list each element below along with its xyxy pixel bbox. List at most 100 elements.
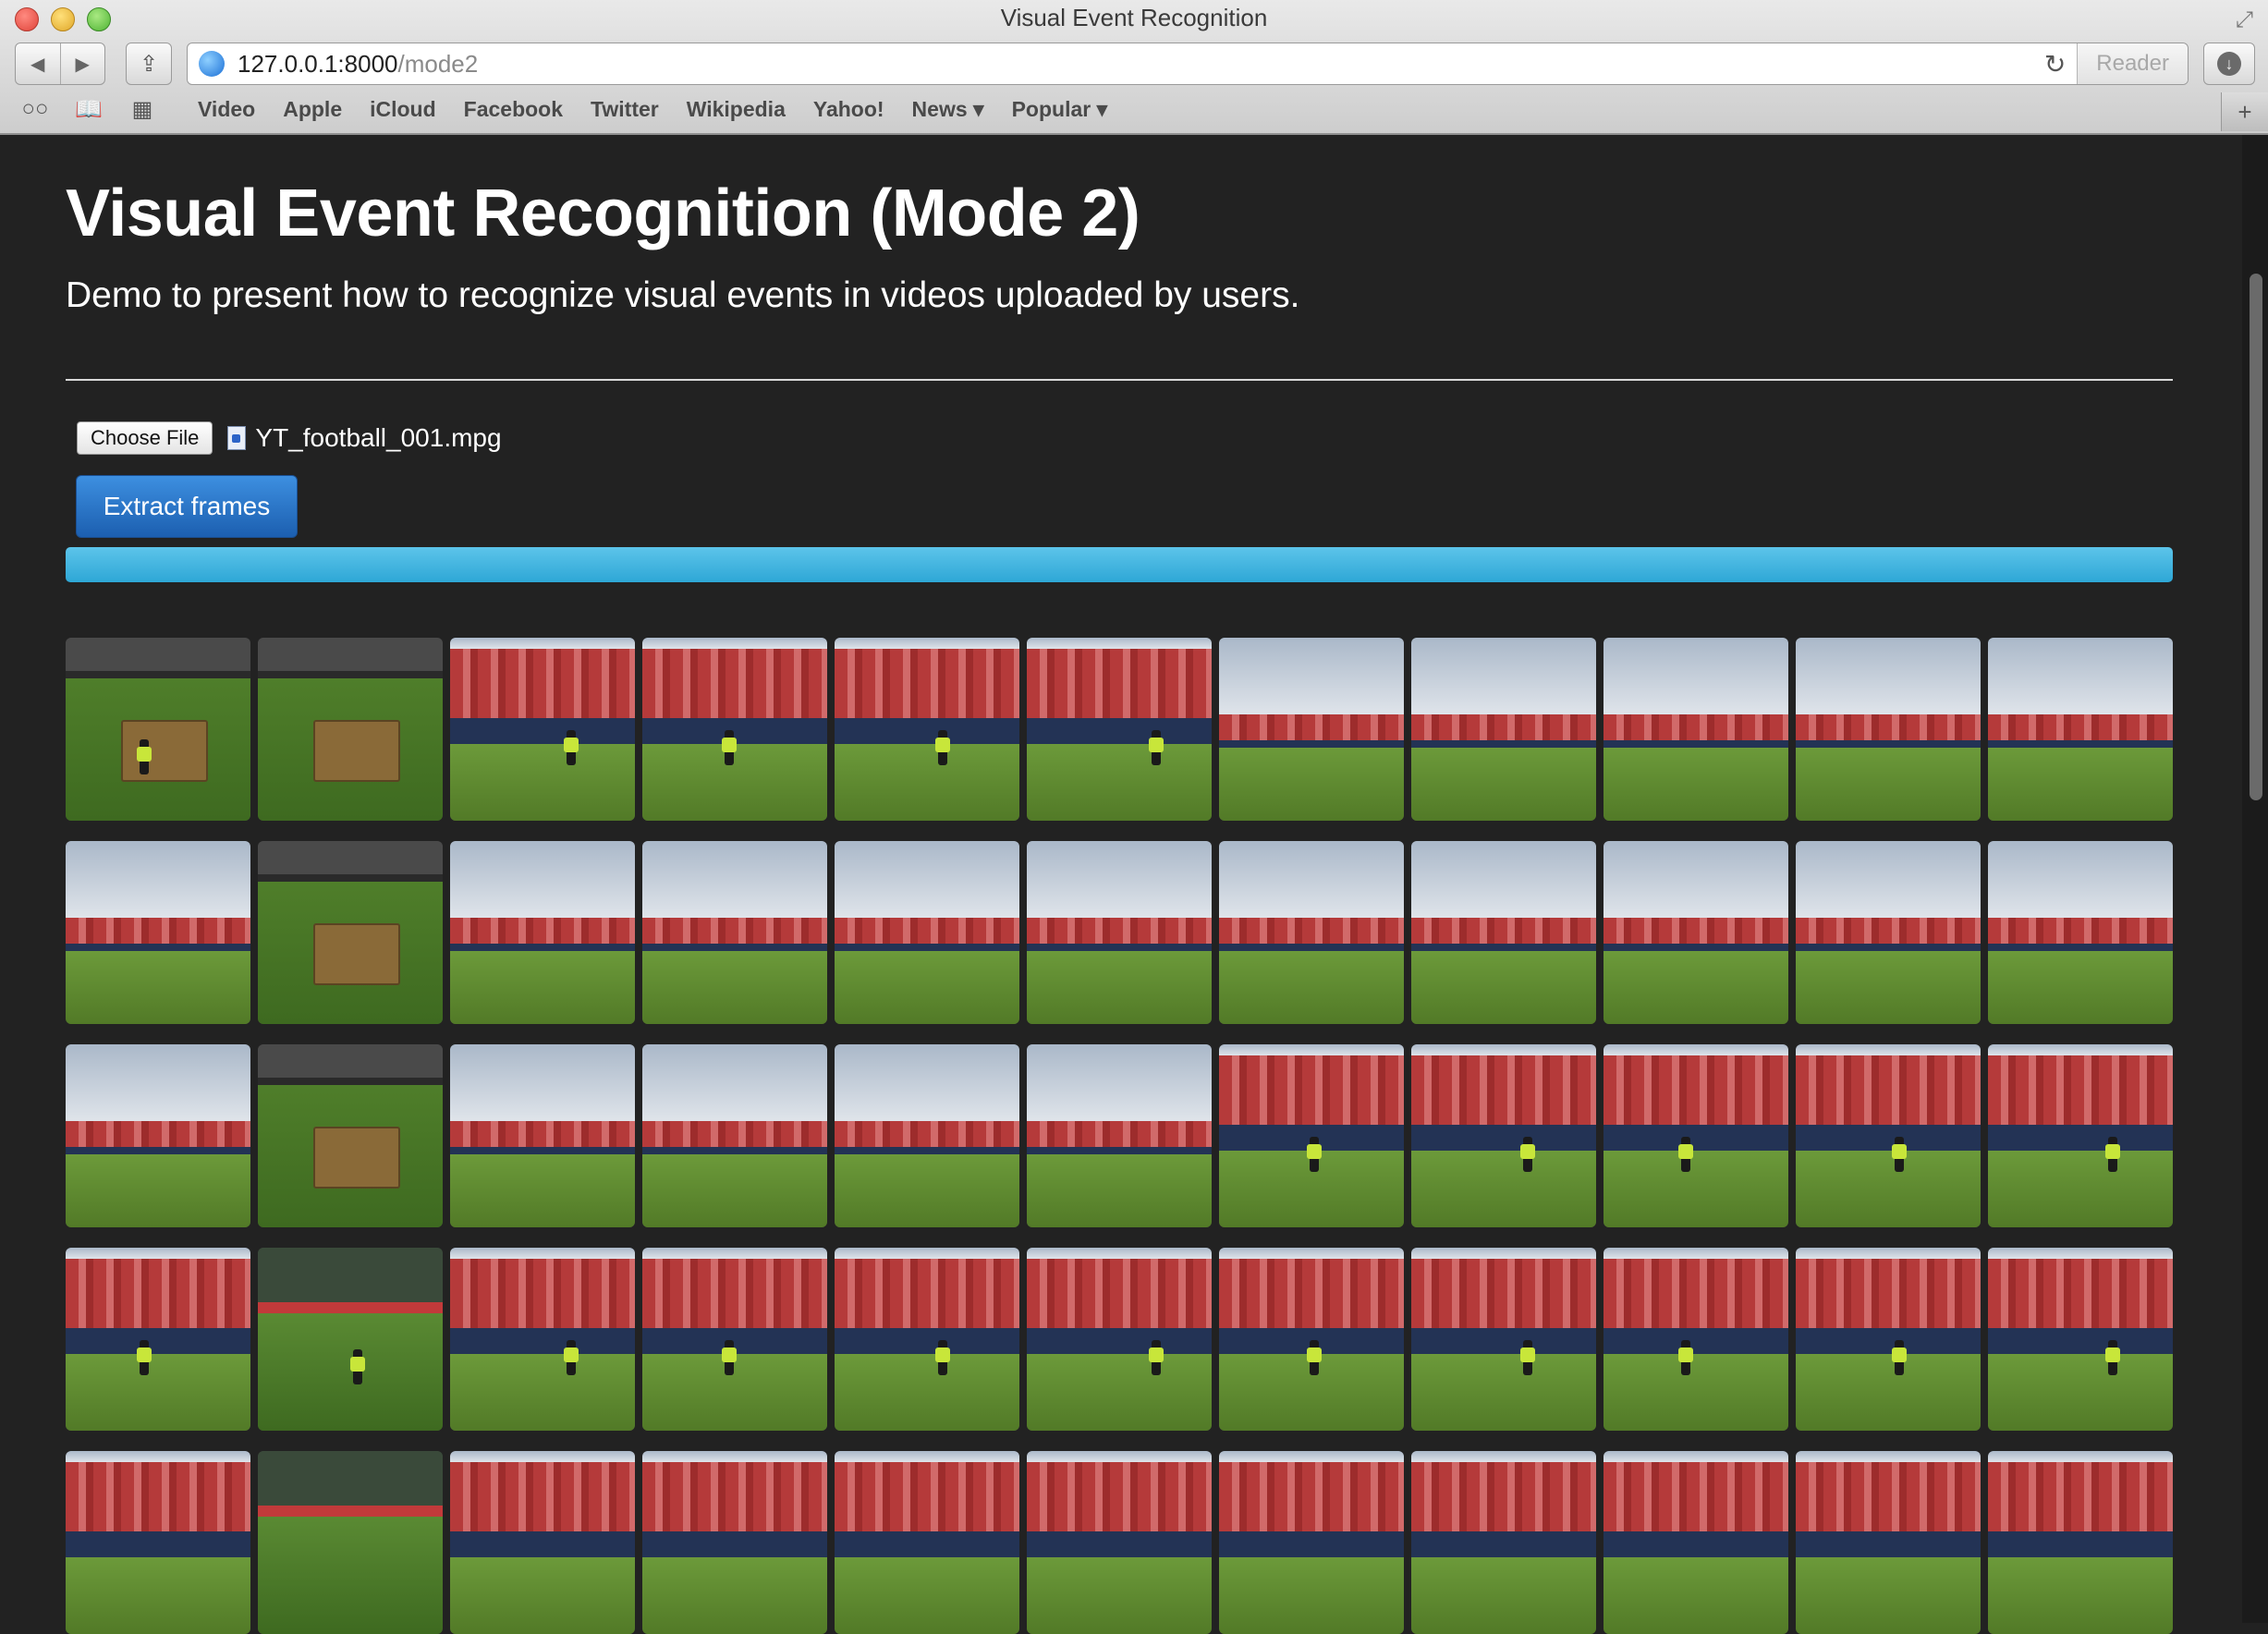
frame-thumbnail[interactable]: [642, 1451, 827, 1634]
thumbnail-stands: [1796, 714, 1981, 740]
frame-thumbnail[interactable]: [1796, 638, 1981, 821]
bookmark-video[interactable]: Video: [198, 97, 255, 122]
thumbnail-stands: [1988, 1055, 2173, 1126]
url-path[interactable]: /mode2: [398, 50, 479, 79]
frame-thumbnail[interactable]: [1988, 1451, 2173, 1634]
thumbnail-fence: [450, 1328, 635, 1354]
plus-icon[interactable]: +: [2221, 92, 2268, 131]
frame-thumbnail[interactable]: [1219, 1044, 1404, 1227]
bookmark-news-menu[interactable]: News ▾: [912, 97, 984, 122]
bookmark-twitter[interactable]: Twitter: [591, 97, 659, 122]
frame-thumbnail[interactable]: [1988, 1044, 2173, 1227]
frame-thumbnail[interactable]: [66, 638, 250, 821]
bookmark-wikipedia[interactable]: Wikipedia: [687, 97, 786, 122]
bookmark-yahoo[interactable]: Yahoo!: [813, 97, 884, 122]
frame-thumbnail[interactable]: [1027, 841, 1212, 1024]
frame-thumbnail[interactable]: [1219, 841, 1404, 1024]
frame-thumbnail[interactable]: [1796, 1044, 1981, 1227]
thumbnail-player: [2105, 1340, 2120, 1375]
frame-thumbnail[interactable]: [1603, 841, 1788, 1024]
thumbnail-fence: [1603, 1531, 1788, 1557]
frame-thumbnail[interactable]: [450, 1451, 635, 1634]
bookmark-apple[interactable]: Apple: [283, 97, 342, 122]
frame-thumbnail[interactable]: [1411, 1248, 1596, 1431]
back-arrow-icon[interactable]: ◀: [16, 43, 60, 84]
frame-thumbnail[interactable]: [1411, 638, 1596, 821]
thumbnail-sky: [1027, 638, 1212, 649]
frame-thumbnail[interactable]: [835, 841, 1019, 1024]
thumbnail-grass: [1603, 1150, 1788, 1227]
bookmark-facebook[interactable]: Facebook: [464, 97, 563, 122]
thumbnail-stands: [642, 918, 827, 944]
frame-thumbnail[interactable]: [1603, 638, 1788, 821]
extract-frames-button[interactable]: Extract frames: [76, 475, 298, 538]
bookmarks-book-icon[interactable]: 📖: [70, 96, 107, 123]
frame-thumbnail[interactable]: [1219, 638, 1404, 821]
scrollbar[interactable]: [2242, 135, 2268, 1623]
frame-thumbnail[interactable]: [258, 841, 443, 1024]
frame-thumbnail[interactable]: [1988, 1248, 2173, 1431]
frame-thumbnail[interactable]: [642, 638, 827, 821]
frame-thumbnail[interactable]: [258, 1451, 443, 1634]
address-bar[interactable]: 127.0.0.1:8000 /mode2 ↻ Reader: [187, 43, 2189, 85]
frame-thumbnail[interactable]: [450, 1248, 635, 1431]
thumbnail-fence: [1988, 1125, 2173, 1151]
frame-thumbnail[interactable]: [642, 1044, 827, 1227]
frame-thumbnail[interactable]: [835, 1248, 1019, 1431]
thumbnail-player: [564, 730, 579, 765]
reader-button[interactable]: Reader: [2077, 43, 2188, 84]
thumbnail-grass: [1027, 743, 1212, 821]
thumbnail-stands: [1027, 1461, 1212, 1532]
reload-icon[interactable]: ↻: [2044, 49, 2066, 79]
thumbnail-fence: [66, 1531, 250, 1557]
frame-thumbnail[interactable]: [1411, 1451, 1596, 1634]
frame-thumbnail[interactable]: [1603, 1044, 1788, 1227]
frame-thumbnail[interactable]: [1411, 1044, 1596, 1227]
fullscreen-icon[interactable]: ⤢: [2236, 7, 2253, 33]
frame-thumbnail[interactable]: [1603, 1451, 1788, 1634]
frame-thumbnail[interactable]: [258, 638, 443, 821]
frame-thumbnail[interactable]: [1027, 638, 1212, 821]
choose-file-button[interactable]: Choose File: [77, 421, 213, 455]
frame-thumbnail[interactable]: [642, 841, 827, 1024]
frame-thumbnail[interactable]: [1988, 638, 2173, 821]
frame-thumbnail[interactable]: [450, 638, 635, 821]
bookmark-icloud[interactable]: iCloud: [370, 97, 436, 122]
frame-thumbnail[interactable]: [835, 1044, 1019, 1227]
bookmark-popular-menu[interactable]: Popular ▾: [1012, 97, 1108, 122]
frame-thumbnail[interactable]: [66, 1044, 250, 1227]
frame-thumbnail[interactable]: [1027, 1248, 1212, 1431]
frame-thumbnail[interactable]: [1219, 1451, 1404, 1634]
frame-thumbnail[interactable]: [642, 1248, 827, 1431]
thumbnail-prop: [313, 1127, 400, 1189]
frame-thumbnail[interactable]: [1027, 1451, 1212, 1634]
forward-arrow-icon[interactable]: ▶: [59, 43, 105, 84]
frame-thumbnail[interactable]: [66, 1248, 250, 1431]
frame-thumbnail[interactable]: [450, 1044, 635, 1227]
frame-thumbnail[interactable]: [66, 841, 250, 1024]
frame-thumbnail[interactable]: [66, 1451, 250, 1634]
frame-thumbnail[interactable]: [1988, 841, 2173, 1024]
frame-thumbnail[interactable]: [835, 638, 1019, 821]
frame-thumbnail[interactable]: [1219, 1248, 1404, 1431]
frame-thumbnail[interactable]: [1603, 1248, 1788, 1431]
scrollbar-thumb[interactable]: [2250, 274, 2262, 800]
frame-thumbnail[interactable]: [258, 1248, 443, 1431]
downloads-button[interactable]: ↓: [2203, 43, 2255, 85]
frame-thumbnail[interactable]: [1796, 1451, 1981, 1634]
thumbnail-fence: [1411, 1125, 1596, 1151]
top-sites-grid-icon[interactable]: ▦: [124, 96, 161, 123]
thumbnail-sky: [1219, 1044, 1404, 1055]
frame-thumbnail[interactable]: [1796, 1248, 1981, 1431]
frame-thumbnail[interactable]: [450, 841, 635, 1024]
url-host[interactable]: 127.0.0.1:8000: [238, 50, 398, 79]
frame-thumbnail[interactable]: [1411, 841, 1596, 1024]
share-icon[interactable]: ⇪: [126, 43, 172, 85]
reading-list-icon[interactable]: ○○: [17, 96, 54, 122]
thumbnail-fence: [1411, 943, 1596, 951]
frame-thumbnail[interactable]: [258, 1044, 443, 1227]
frame-thumbnail[interactable]: [1027, 1044, 1212, 1227]
frame-thumbnail[interactable]: [835, 1451, 1019, 1634]
frame-thumbnail[interactable]: [1796, 841, 1981, 1024]
thumbnail-player: [722, 730, 737, 765]
